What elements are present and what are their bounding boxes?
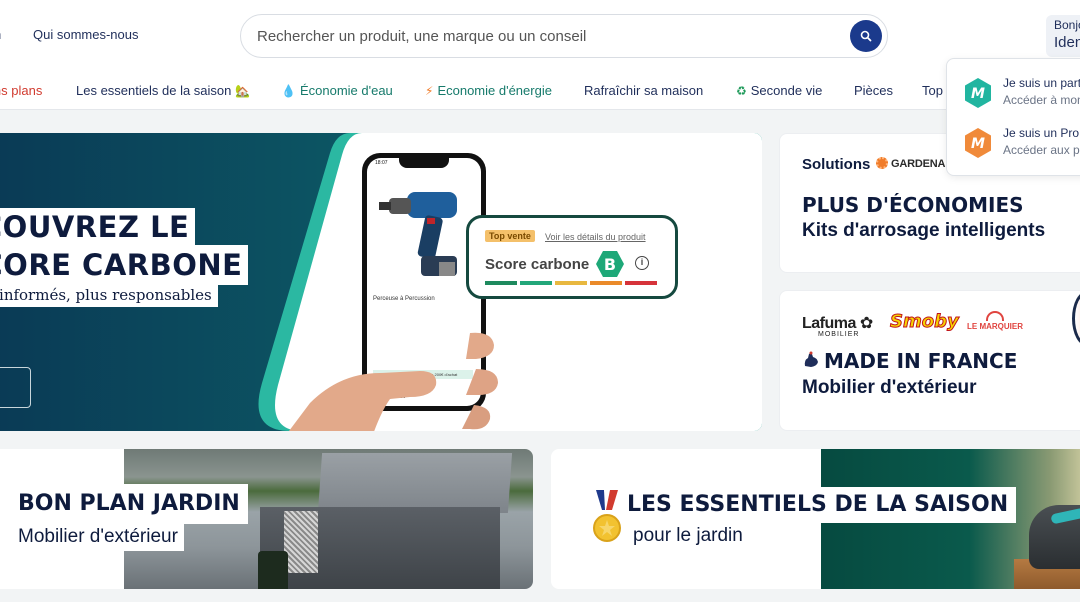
dropdown-item-subtitle: Accéder aux pros — [1003, 143, 1080, 157]
gardena-sun-icon — [876, 157, 888, 169]
category-rafraichir[interactable]: Rafraîchir sa maison — [584, 83, 703, 98]
category-label: Pièces — [854, 83, 894, 98]
card-title-text: MADE IN FRANCE — [824, 349, 1018, 373]
card-subtitle: Kits d'arrosage intelligents — [802, 220, 1046, 241]
score-bar-e — [625, 281, 657, 285]
made-in-france-card[interactable]: Lafuma ✿ MOBILIER Smoby LE MARQUIER MADE … — [779, 290, 1080, 431]
search-input[interactable] — [257, 25, 837, 47]
search-icon — [860, 30, 872, 42]
score-bar-d — [590, 281, 622, 285]
info-icon[interactable]: i — [635, 256, 649, 270]
score-bar-b — [520, 281, 552, 285]
score-carbone-bubble: Top vente Voir les détails du produit Sc… — [466, 215, 678, 299]
account-dropdown: M Je suis un particulier Accéder à mon c… — [946, 58, 1080, 176]
category-label: Les essentiels de la saison — [76, 83, 232, 98]
category-pieces[interactable]: Pièces — [854, 83, 893, 98]
search-button[interactable] — [850, 20, 882, 52]
svg-text:M: M — [971, 136, 985, 152]
hero-subtitle: Plus informés, plus responsables — [0, 283, 218, 307]
score-bar-c — [555, 281, 587, 285]
drill-image — [379, 192, 457, 276]
medal-icon — [593, 490, 621, 542]
score-carbone-label: Score carbone — [485, 256, 590, 273]
category-nav: Bons plans Les essentiels de la saison 🏡… — [0, 70, 1080, 110]
lafuma-logo: Lafuma ✿ MOBILIER — [802, 313, 873, 338]
banner-subtitle: Mobilier d'extérieur — [18, 523, 184, 551]
phone-product-name: Perceuse à Percussion — [373, 296, 435, 302]
lightning-icon: ⚡ — [425, 84, 434, 98]
category-economie-eau[interactable]: 💧 Économie d'eau — [281, 83, 393, 98]
score-bar-a — [485, 281, 517, 285]
partial-brand-logo — [1072, 291, 1080, 346]
rooster-icon — [804, 351, 818, 367]
category-essentiels[interactable]: Les essentiels de la saison 🏡 — [76, 83, 254, 98]
account-greeting: Bonjour — [1054, 18, 1080, 32]
category-label: Bons plans — [0, 83, 43, 98]
product-details-link[interactable]: Voir les détails du produit — [545, 232, 646, 242]
category-label: Top — [922, 83, 943, 98]
dropdown-item-title: Je suis un particulier — [1003, 76, 1080, 90]
towel — [284, 511, 318, 573]
gardena-logo: GARDENA — [876, 157, 945, 170]
banner-title: LES ESSENTIELS DE LA SAISON — [627, 487, 1017, 523]
marquier-arc-icon — [986, 311, 1004, 321]
hand-image — [289, 332, 498, 431]
recycle-icon: ♻ — [736, 84, 747, 98]
house-plant-icon: 🏡 — [235, 84, 250, 98]
search-bar — [240, 14, 888, 58]
category-bons-plans[interactable]: Bons plans — [0, 83, 42, 98]
bottles — [258, 551, 288, 589]
hero-title-line1: DÉCOUVREZ LE — [0, 208, 196, 246]
category-label: Seconde vie — [750, 83, 823, 98]
dropdown-item-pro[interactable]: M Je suis un Pro Accéder aux pros — [962, 125, 1080, 165]
svg-text:M: M — [971, 86, 985, 102]
nav-link-about[interactable]: Qui sommes-nous — [33, 27, 138, 42]
le-marquier-logo: LE MARQUIER — [965, 311, 1025, 331]
phone-time: 18:07 — [375, 160, 388, 166]
smoby-logo: Smoby — [890, 311, 960, 333]
bon-plan-jardin-banner[interactable]: BON PLAN JARDIN Mobilier d'extérieur — [0, 449, 533, 589]
lafuma-name: Lafuma — [802, 315, 856, 332]
account-button[interactable]: Bonjour Identifiez-vous — [1046, 15, 1080, 71]
chest-lid — [317, 453, 513, 513]
dropdown-item-subtitle: Accéder à mon compte — [1003, 93, 1080, 107]
gardena-brand: GARDENA — [891, 158, 946, 170]
leaf-icon: ✿ — [859, 315, 873, 332]
hero-banner[interactable]: DÉCOUVREZ LE SCORE CARBONE Plus informés… — [0, 133, 762, 431]
lafuma-sub: MOBILIER — [818, 331, 860, 338]
category-label: Rafraîchir sa maison — [584, 83, 704, 98]
hero-title-line2: SCORE CARBONE — [0, 245, 249, 285]
marquier-name: LE MARQUIER — [967, 322, 1023, 331]
svg-text:B: B — [604, 255, 616, 274]
category-economie-energie[interactable]: ⚡ Economie d'énergie — [425, 83, 552, 98]
card-title: MADE IN FRANCE — [802, 349, 1017, 373]
solutions-label: Solutions — [802, 156, 871, 173]
nav-link-partial[interactable]: n — [0, 27, 1, 42]
water-drop-icon: 💧 — [281, 84, 296, 98]
banner-title: BON PLAN JARDIN — [18, 484, 248, 524]
card-subtitle: Mobilier d'extérieur — [802, 377, 977, 398]
manomano-pro-logo-icon: M — [965, 128, 991, 158]
hero-cta-button[interactable]: Découvrir — [0, 367, 31, 408]
site-header: n Qui sommes-nous Bonjour Identifiez-vou… — [0, 0, 1080, 71]
phone-notch — [399, 158, 449, 168]
top-vente-badge: Top vente — [485, 230, 535, 242]
category-top[interactable]: Top — [922, 83, 943, 98]
manomano-logo-icon: M — [965, 78, 991, 108]
dropdown-item-particulier[interactable]: M Je suis un particulier Accéder à mon c… — [962, 75, 1080, 115]
category-seconde-vie[interactable]: ♻ Seconde vie — [736, 83, 822, 98]
banner-subtitle: pour le jardin — [633, 525, 743, 546]
category-label: Économie d'eau — [299, 83, 393, 98]
dropdown-item-title: Je suis un Pro — [1003, 126, 1080, 140]
category-label: Economie d'énergie — [437, 83, 552, 98]
essentiels-saison-banner[interactable]: LES ESSENTIELS DE LA SAISON pour le jard… — [551, 449, 1080, 589]
score-grade-badge: B — [596, 251, 624, 277]
card-title: PLUS D'ÉCONOMIES — [802, 193, 1024, 217]
